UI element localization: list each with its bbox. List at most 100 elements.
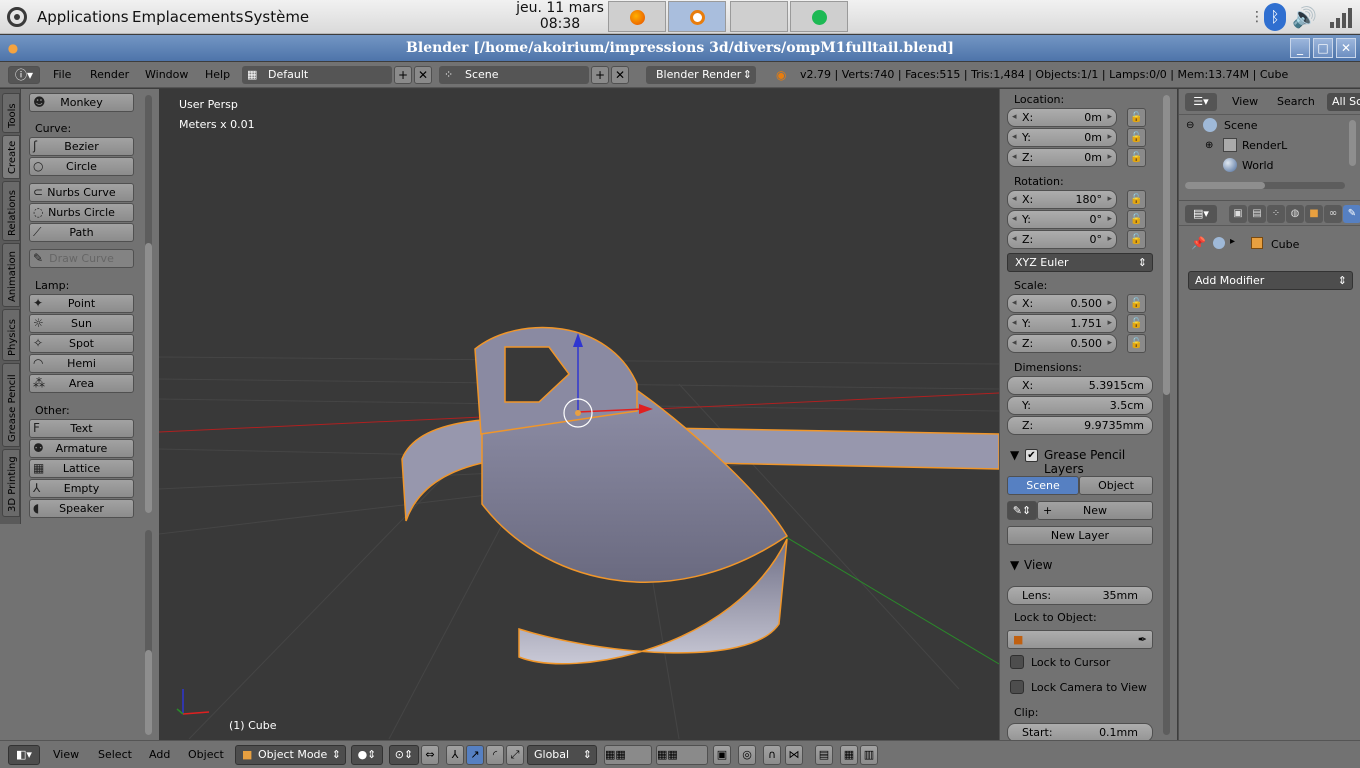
collapse-toggle-icon[interactable]: ⊖ (1186, 120, 1194, 131)
dimensions-x-field[interactable]: X: 5.3915cm (1007, 376, 1153, 395)
gp-enabled-checkbox[interactable]: ✔ (1025, 449, 1038, 462)
pivot-point-select[interactable]: ⊙⇕ (389, 745, 419, 765)
lock-object-field[interactable]: ■ ✒ (1007, 630, 1153, 649)
tab-grease-pencil[interactable]: Grease Pencil (2, 363, 20, 447)
gp-scene-toggle[interactable]: Scene (1007, 476, 1079, 495)
modifiers-tab-icon[interactable]: ✎ (1343, 205, 1360, 223)
tab-create[interactable]: Create (2, 135, 20, 179)
scale-x-field[interactable]: X: 0.500 (1007, 294, 1117, 313)
manipulator-toggle-icon[interactable]: ⇔ (421, 745, 439, 765)
lock-icon[interactable]: 🔓 (1127, 128, 1146, 147)
operator-panel-scrollbar[interactable] (145, 530, 152, 735)
scrollbar-thumb[interactable] (145, 650, 152, 735)
add-lattice-button[interactable]: ▦ Lattice (29, 459, 134, 478)
draw-curve-button[interactable]: ✎ Draw Curve (29, 249, 134, 268)
outliner-world[interactable]: World (1242, 159, 1274, 172)
volume-icon[interactable]: 🔊 (1292, 5, 1317, 29)
world-tab-icon[interactable]: ◍ (1286, 205, 1304, 223)
places-menu[interactable]: Emplacements (132, 8, 244, 26)
taskbar-blender[interactable] (668, 1, 726, 32)
menu-render[interactable]: Render (90, 68, 129, 81)
location-y-field[interactable]: Y: 0m (1007, 128, 1117, 147)
display-mode-select[interactable]: All Sc (1327, 93, 1360, 111)
add-bezier-button[interactable]: ʃ Bezier (29, 137, 134, 156)
tool-shelf-scrollbar[interactable] (145, 95, 152, 513)
layers-grid-1[interactable]: ▦▦ (604, 745, 652, 765)
add-sun-lamp-button[interactable]: ☼ Sun (29, 314, 134, 333)
add-layout-button[interactable]: + (394, 66, 412, 84)
outliner-editor-type-icon[interactable]: ☰▾ (1185, 93, 1217, 111)
outliner-view-menu[interactable]: View (1232, 95, 1258, 108)
add-area-lamp-button[interactable]: ⁂ Area (29, 374, 134, 393)
opengl-render-image-icon[interactable]: ▤ (815, 745, 833, 765)
outliner-render-layers[interactable]: RenderL (1242, 139, 1287, 152)
scene-tab-icon[interactable]: ⁘ (1267, 205, 1285, 223)
render-tab-icon[interactable]: ▣ (1229, 205, 1247, 223)
window-title-bar[interactable]: ● Blender [/home/akoirium/impressions 3d… (0, 35, 1360, 61)
gp-new-layer-button[interactable]: New Layer (1007, 526, 1153, 545)
properties-editor-type-icon[interactable]: ▤▾ (1185, 205, 1217, 223)
add-menu[interactable]: Add (149, 748, 170, 761)
3d-view-editor-type-icon[interactable]: ◧▾ (8, 745, 40, 765)
rotation-z-field[interactable]: Z: 0° (1007, 230, 1117, 249)
taskbar-firefox[interactable] (608, 1, 666, 32)
cube-object[interactable] (401, 326, 999, 665)
render-layers-tab-icon[interactable]: ▤ (1248, 205, 1266, 223)
location-x-field[interactable]: X: 0m (1007, 108, 1117, 127)
lock-icon[interactable]: 🔓 (1127, 230, 1146, 249)
add-nurbs-circle-button[interactable]: ◌ Nurbs Circle (29, 203, 134, 222)
interaction-mode-select[interactable]: ■ Object Mode ⇕ (235, 745, 346, 765)
add-hemi-lamp-button[interactable]: ◠ Hemi (29, 354, 134, 373)
scrollbar-thumb[interactable] (1163, 95, 1170, 395)
taskbar-spotify[interactable] (790, 1, 848, 32)
viewport-shading-select[interactable]: ●⇕ (351, 745, 383, 765)
add-path-button[interactable]: ⟋ Path (29, 223, 134, 242)
menu-window[interactable]: Window (145, 68, 188, 81)
lens-field[interactable]: Lens: 35mm (1007, 586, 1153, 605)
debian-logo-icon[interactable] (7, 7, 27, 27)
add-speaker-button[interactable]: ◖ Speaker (29, 499, 134, 518)
view-menu[interactable]: View (53, 748, 79, 761)
select-menu[interactable]: Select (98, 748, 132, 761)
clock[interactable]: jeu. 11 mars 08:38 (510, 0, 610, 32)
lock-icon[interactable]: 🔓 (1127, 148, 1146, 167)
rotation-x-field[interactable]: X: 180° (1007, 190, 1117, 209)
add-point-lamp-button[interactable]: ✦ Point (29, 294, 134, 313)
add-scene-button[interactable]: + (591, 66, 609, 84)
gp-new-button[interactable]: + New (1037, 501, 1153, 520)
lock-icon[interactable]: 🔓 (1127, 190, 1146, 209)
applications-menu[interactable]: Applications (37, 8, 129, 26)
taskbar-empty[interactable] (730, 1, 788, 32)
scale-y-field[interactable]: Y: 1.751 (1007, 314, 1117, 333)
render-engine-select[interactable]: Blender Render ⇕ (646, 66, 756, 84)
object-tab-icon[interactable]: ■ (1305, 205, 1323, 223)
constraints-tab-icon[interactable]: ∞ (1324, 205, 1342, 223)
gp-object-toggle[interactable]: Object (1079, 476, 1153, 495)
add-text-button[interactable]: F Text (29, 419, 134, 438)
menu-help[interactable]: Help (205, 68, 230, 81)
lock-camera-checkbox[interactable] (1010, 680, 1024, 694)
add-empty-button[interactable]: ⅄ Empty (29, 479, 134, 498)
scrollbar-thumb[interactable] (1185, 182, 1265, 189)
add-modifier-select[interactable]: Add Modifier ⇕ (1188, 271, 1353, 290)
location-z-field[interactable]: Z: 0m (1007, 148, 1117, 167)
dimensions-y-field[interactable]: Y: 3.5cm (1007, 396, 1153, 415)
translate-mode-icon[interactable]: ↗ (466, 745, 484, 765)
delete-layout-button[interactable]: ✕ (414, 66, 432, 84)
dimensions-z-field[interactable]: Z: 9.9735mm (1007, 416, 1153, 435)
editor-type-info-icon[interactable]: ⓘ▾ (8, 66, 40, 84)
outliner-search-menu[interactable]: Search (1277, 95, 1315, 108)
rotation-mode-select[interactable]: XYZ Euler ⇕ (1007, 253, 1153, 272)
expand-toggle-icon[interactable]: ⊕ (1205, 140, 1213, 151)
scale-mode-icon[interactable]: ⤢ (506, 745, 524, 765)
tab-physics[interactable]: Physics (2, 309, 20, 361)
camera-render-icon[interactable]: ▦ (840, 745, 858, 765)
screen-layout-field[interactable]: ▦ Default (242, 66, 392, 84)
bluetooth-icon[interactable]: ᛒ (1264, 3, 1286, 31)
lock-icon[interactable]: 🔓 (1127, 294, 1146, 313)
lock-icon[interactable]: 🔓 (1127, 210, 1146, 229)
minimize-button[interactable]: _ (1290, 38, 1310, 58)
lock-camera-layers-icon[interactable]: ▣ (713, 745, 731, 765)
lock-icon[interactable]: 🔓 (1127, 334, 1146, 353)
scrollbar-thumb[interactable] (145, 243, 152, 513)
